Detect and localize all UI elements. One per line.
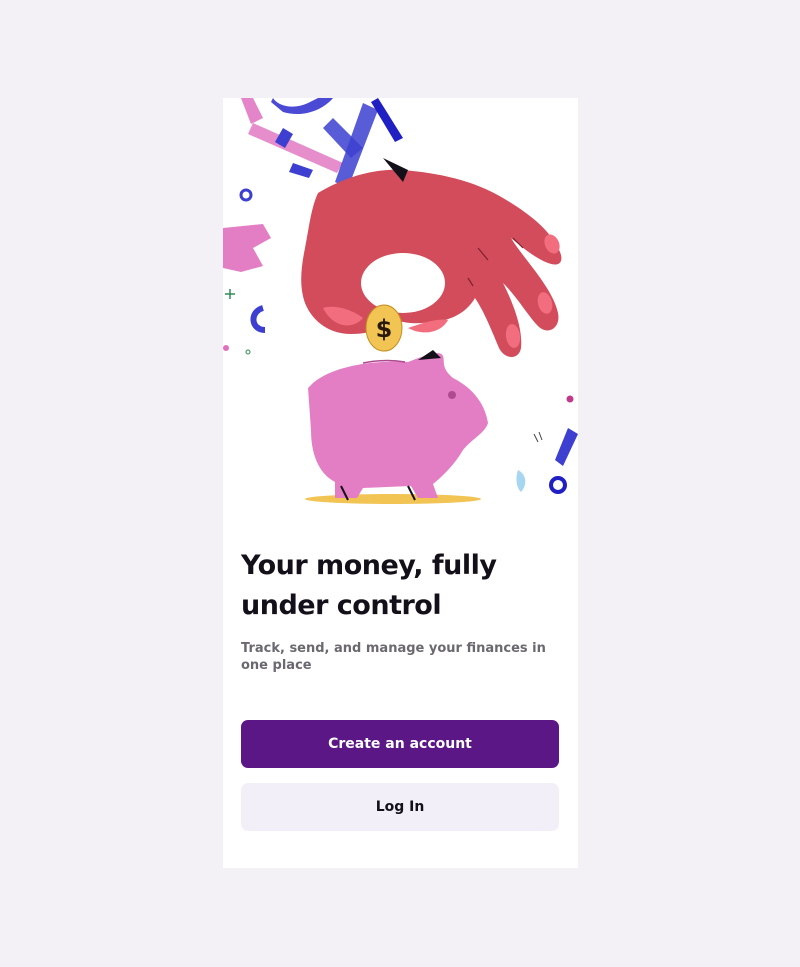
create-account-button[interactable]: Create an account — [241, 720, 559, 768]
hero-illustration: $ — [223, 98, 578, 504]
headline: Your money, fully under control — [241, 550, 497, 621]
onboarding-screen: $ Your money, fully under control Track,… — [223, 98, 578, 868]
subtitle: Track, send, and manage your finances in… — [241, 641, 546, 673]
piggy-bank-illustration — [305, 350, 488, 504]
log-in-button[interactable]: Log In — [241, 783, 559, 831]
coin-illustration: $ — [365, 304, 403, 352]
hand-illustration — [301, 158, 562, 357]
coin-symbol: $ — [376, 315, 393, 343]
confetti-decoration-right — [516, 395, 578, 494]
